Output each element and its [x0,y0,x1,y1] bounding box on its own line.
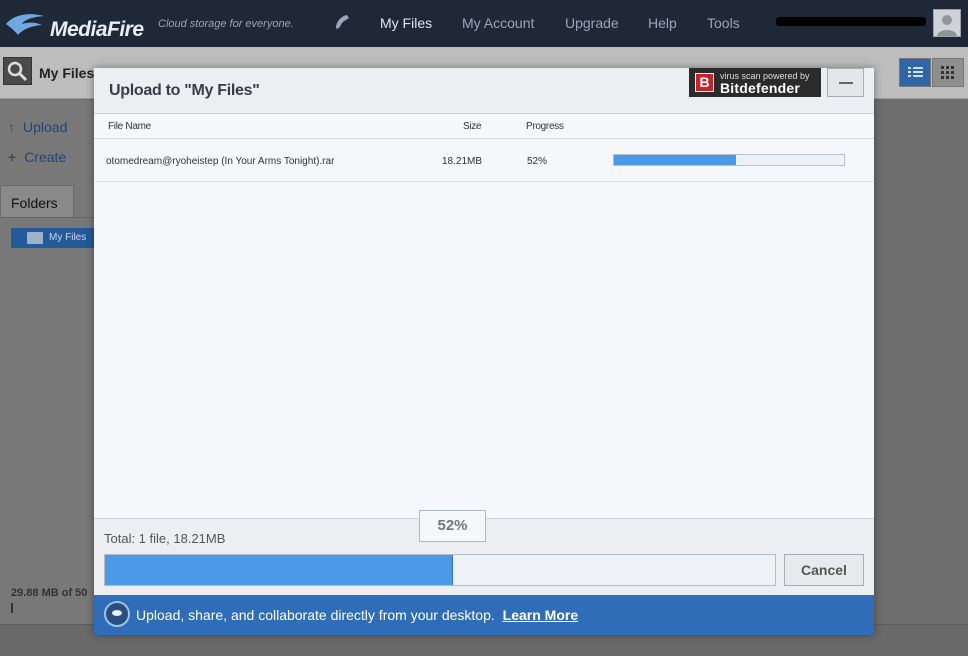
storage-usage: 29.88 MB of 50 [11,587,88,599]
total-progress-percent: 52% [419,510,486,542]
bitdefender-logo-icon: B [695,73,714,92]
folder-icon [27,232,43,244]
promo-text: Upload, share, and collaborate directly … [136,607,495,623]
column-progress: Progress [526,121,564,132]
nav-my-account[interactable]: My Account [462,15,534,31]
upload-action[interactable]: ↑ Upload [8,119,67,135]
nav-upgrade[interactable]: Upgrade [565,15,619,31]
sidebar: ↑ Upload + Create Folders My Files 29.88 M… [0,100,95,656]
tagline: Cloud storage for everyone. [158,18,294,30]
upload-dialog: Upload to "My Files" B virus scan powere… [94,68,874,635]
nav-help[interactable]: Help [648,15,677,31]
total-progress-fill [105,555,454,585]
storage-bar [11,603,13,613]
top-navigation-bar: MediaFire Cloud storage for everyone. My… [0,0,968,47]
plus-icon: + [8,149,17,165]
folder-my-files[interactable]: My Files [11,228,95,248]
promo-text-wrapper: Upload, share, and collaborate directly … [136,607,578,623]
file-progress-bar [613,154,845,166]
learn-more-link[interactable]: Learn More [503,607,578,623]
user-silhouette-icon [937,15,957,36]
table-row: otomedream@ryoheistep (In Your Arms Toni… [94,140,874,182]
total-progress-bar [104,554,776,586]
list-view-icon [908,67,923,77]
bitdefender-brand: Bitdefender [720,80,800,96]
location-title: My Files [39,65,95,81]
nav-my-files[interactable]: My Files [380,15,432,31]
redacted-username [776,17,926,26]
avatar[interactable] [933,9,961,37]
desktop-promo-banner: Upload, share, and collaborate directly … [94,595,874,635]
create-label: Create [24,149,67,165]
upload-summary: Total: 1 file, 18.21MB 52% Cancel [94,510,874,595]
create-action[interactable]: + Create [8,149,66,165]
dialog-header: Upload to "My Files" B virus scan powere… [94,68,874,114]
mediafire-logo[interactable]: MediaFire [4,8,154,41]
search-icon [7,61,28,82]
column-size: Size [463,121,482,132]
grid-view-button[interactable] [932,58,964,87]
cancel-button[interactable]: Cancel [784,554,864,586]
folders-tab[interactable]: Folders [0,185,74,217]
divider [0,217,94,218]
file-progress-fill [614,155,736,165]
column-file-name: File Name [108,121,151,132]
file-name: otomedream@ryoheistep (In Your Arms Toni… [106,156,335,167]
bitdefender-badge: B virus scan powered by Bitdefender [689,68,821,97]
minimize-button[interactable] [827,68,864,97]
grid-view-icon [941,66,954,79]
file-size: 18.21MB [442,156,483,167]
search-button[interactable] [3,57,32,85]
folder-label: My Files [49,232,87,243]
upload-label: Upload [23,119,68,135]
list-view-button[interactable] [899,58,931,87]
nav-tools[interactable]: Tools [707,15,740,31]
brand-name: MediaFire [50,18,144,41]
minimize-icon [839,82,853,84]
file-progress-text: 52% [527,156,548,167]
phone-icon[interactable] [332,12,352,32]
upload-arrow-icon: ↑ [8,119,15,135]
total-summary: Total: 1 file, 18.21MB [104,531,226,546]
file-list-header: File Name Size Progress [94,115,874,139]
flame-logo-icon [6,14,44,36]
mediafire-desktop-icon [104,601,130,627]
dialog-title: Upload to "My Files" [109,82,260,99]
